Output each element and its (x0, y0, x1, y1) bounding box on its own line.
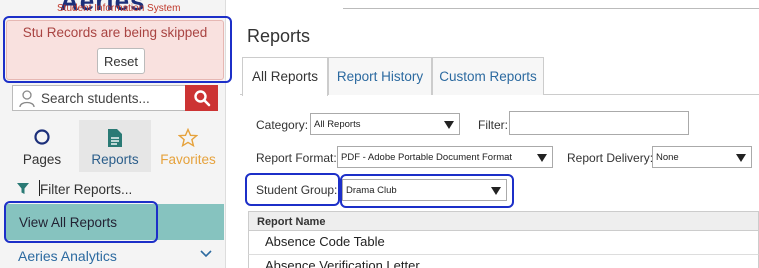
funnel-icon (17, 183, 29, 194)
search-icon (194, 90, 211, 107)
dropdown-arrow-icon (444, 121, 454, 129)
view-all-reports[interactable]: View All Reports (6, 204, 224, 240)
nav-tab-reports[interactable]: Reports (79, 120, 151, 172)
logo-subtitle: Student Information System (57, 3, 181, 14)
category-select[interactable]: All Reports (310, 113, 460, 135)
alert-message: Stu Records are being skipped (22, 25, 208, 40)
aeries-analytics-item[interactable]: Aeries Analytics (18, 248, 117, 264)
filter-reports (6, 176, 222, 200)
table-row[interactable]: Absence Verification Letter (248, 255, 759, 268)
app-root: Aeries Student Information System Stu Re… (0, 0, 759, 268)
dropdown-arrow-icon (537, 154, 547, 162)
filter-field[interactable] (509, 111, 689, 135)
page-title: Reports (247, 26, 311, 46)
category-value: All Reports (314, 119, 361, 130)
report-delivery-label: Report Delivery: (567, 151, 654, 165)
table-header-report-name[interactable]: Report Name (248, 211, 759, 231)
alert-box: Stu Records are being skipped Reset (6, 20, 224, 80)
student-search (12, 85, 218, 111)
nav-tab-label: Reports (91, 152, 139, 167)
report-format-value: PDF - Adobe Portable Document Format (341, 152, 513, 163)
nav-tab-label: Pages (22, 152, 62, 167)
nav-tab-label: Favorites (160, 152, 216, 167)
dropdown-arrow-icon (736, 154, 746, 162)
tab-report-history[interactable]: Report History (328, 57, 432, 95)
nav-tab-favorites[interactable]: Favorites (152, 120, 224, 172)
search-input[interactable] (41, 86, 186, 110)
sidebar-nav-tabs: Pages Reports Favorites (0, 120, 226, 172)
reset-button[interactable]: Reset (97, 48, 145, 74)
dropdown-arrow-icon (491, 187, 501, 195)
report-tabs: All Reports Report History Custom Report… (240, 57, 759, 96)
nav-tab-pages[interactable]: Pages (6, 120, 78, 172)
star-icon (178, 128, 198, 148)
header-divider (343, 8, 759, 9)
student-group-label: Student Group: (256, 183, 338, 197)
tab-custom-reports[interactable]: Custom Reports (432, 57, 544, 95)
category-label: Category: (256, 118, 309, 132)
report-delivery-select[interactable]: None (652, 146, 752, 168)
filter-label: Filter: (478, 118, 508, 132)
student-group-select[interactable]: Drama Club (342, 179, 507, 201)
circle-icon (34, 129, 50, 145)
main-content: Reports All Reports Report History Custo… (238, 0, 759, 268)
student-group-value: Drama Club (346, 185, 397, 196)
report-delivery-value: None (656, 152, 679, 163)
person-icon (19, 90, 35, 108)
table-row[interactable]: Absence Code Table (248, 231, 759, 255)
report-format-select[interactable]: PDF - Adobe Portable Document Format (337, 146, 553, 168)
tab-all-reports[interactable]: All Reports (242, 57, 328, 96)
chevron-down-icon[interactable] (200, 250, 212, 258)
document-icon (108, 129, 122, 147)
report-format-label: Report Format: (256, 151, 337, 165)
search-button[interactable] (185, 85, 218, 111)
sidebar: Aeries Student Information System Stu Re… (0, 0, 232, 268)
filter-reports-input[interactable] (40, 178, 210, 200)
reports-table: Report Name Absence Code Table Absence V… (248, 211, 759, 268)
